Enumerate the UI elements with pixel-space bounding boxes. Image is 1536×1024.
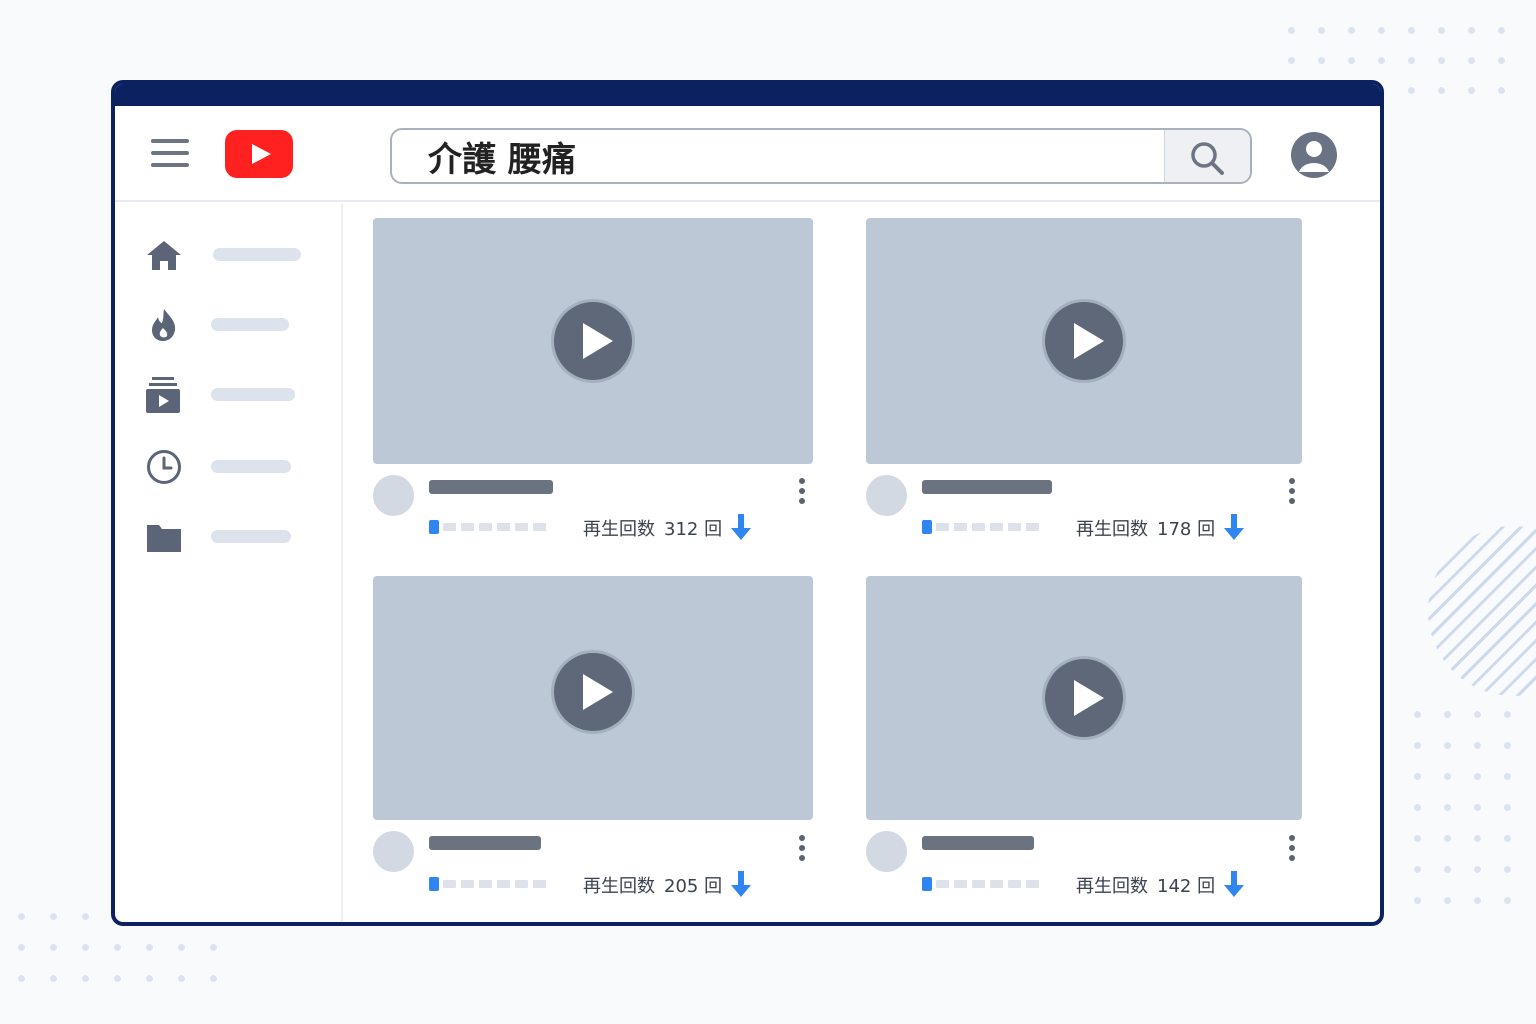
watch-progress-bar: [922, 520, 1044, 534]
search-icon: [1191, 142, 1224, 175]
video-card[interactable]: 再生回数 142 回: [866, 576, 1306, 906]
sidebar-item-history[interactable]: [145, 444, 315, 488]
sidebar: [115, 204, 343, 922]
video-logo-icon[interactable]: [225, 130, 293, 178]
video-thumbnail[interactable]: [373, 218, 813, 464]
top-header: [115, 106, 1380, 202]
watch-progress-bar: [429, 520, 551, 534]
video-title-placeholder[interactable]: [922, 836, 1034, 850]
sidebar-label-placeholder: [211, 318, 289, 331]
sidebar-label-placeholder: [211, 460, 291, 473]
sidebar-item-subscriptions[interactable]: [145, 372, 315, 416]
view-count: 再生回数 142 回: [1076, 876, 1216, 897]
hamburger-menu-icon[interactable]: [151, 139, 189, 171]
channel-avatar[interactable]: [373, 831, 414, 872]
download-arrow-icon[interactable]: [729, 870, 753, 898]
video-title-placeholder[interactable]: [429, 836, 541, 850]
video-card[interactable]: 再生回数 178 回: [866, 218, 1306, 548]
window-title-bar: [115, 84, 1380, 106]
more-options-icon[interactable]: [796, 478, 808, 512]
decorative-dot-grid: [1414, 711, 1511, 904]
download-arrow-icon[interactable]: [729, 513, 753, 541]
progress-fill: [922, 520, 932, 534]
view-count: 再生回数 178 回: [1076, 519, 1216, 540]
progress-fill: [429, 877, 439, 891]
subscriptions-icon: [146, 377, 180, 413]
video-site-window: 再生回数312 回 再生回数178 回 再生回数205 回: [111, 80, 1384, 926]
sidebar-item-trending[interactable]: [145, 302, 315, 346]
sidebar-item-home[interactable]: [145, 232, 315, 276]
view-count: 再生回数 205 回: [583, 876, 723, 897]
user-avatar-icon[interactable]: [1291, 132, 1337, 178]
video-thumbnail[interactable]: [373, 576, 813, 820]
home-icon: [147, 241, 181, 270]
history-icon: [147, 450, 181, 484]
progress-fill: [922, 877, 932, 891]
more-options-icon[interactable]: [1286, 478, 1298, 512]
sidebar-label-placeholder: [211, 530, 291, 543]
more-options-icon[interactable]: [796, 835, 808, 869]
view-count: 再生回数 312 回: [583, 519, 723, 540]
search-box: [390, 128, 1252, 184]
download-arrow-icon[interactable]: [1222, 513, 1246, 541]
video-thumbnail[interactable]: [866, 576, 1302, 820]
trending-icon: [152, 309, 176, 341]
more-options-icon[interactable]: [1286, 835, 1298, 869]
play-icon[interactable]: [1045, 659, 1123, 737]
sidebar-label-placeholder: [211, 388, 295, 401]
watch-progress-bar: [922, 877, 1044, 891]
video-title-placeholder[interactable]: [922, 480, 1052, 494]
video-card[interactable]: 再生回数 205 回: [373, 576, 813, 906]
play-icon[interactable]: [554, 302, 632, 380]
sidebar-label-placeholder: [213, 248, 301, 261]
channel-avatar[interactable]: [866, 831, 907, 872]
search-button[interactable]: [1164, 130, 1250, 182]
video-thumbnail[interactable]: [866, 218, 1302, 464]
progress-fill: [429, 520, 439, 534]
channel-avatar[interactable]: [866, 475, 907, 516]
watch-progress-bar: [429, 877, 551, 891]
channel-avatar[interactable]: [373, 475, 414, 516]
sidebar-item-library[interactable]: [145, 514, 315, 558]
download-arrow-icon[interactable]: [1222, 870, 1246, 898]
search-input[interactable]: [392, 130, 1166, 182]
library-icon: [147, 525, 181, 552]
video-card[interactable]: 再生回数 312 回: [373, 218, 813, 548]
play-icon[interactable]: [554, 653, 632, 731]
video-title-placeholder[interactable]: [429, 480, 553, 494]
decorative-stripes: [1428, 526, 1536, 696]
play-icon[interactable]: [1045, 302, 1123, 380]
